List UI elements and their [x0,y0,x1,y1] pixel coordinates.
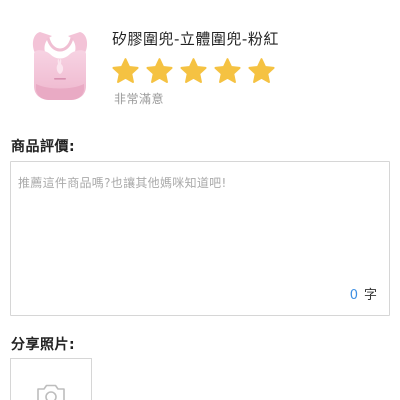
char-counter: 0字 [350,284,377,303]
star-icon-4[interactable] [213,57,242,86]
product-title: 矽膠圍兜-立體圍兜-粉紅 [112,30,279,48]
star-rating[interactable] [111,57,276,87]
star-icon-3[interactable] [179,57,208,86]
rating-label: 非常滿意 [114,92,165,106]
star-icon-5[interactable] [247,57,276,86]
star-icon-1[interactable] [111,57,140,86]
photo-upload-button[interactable] [10,358,92,400]
review-input[interactable] [12,163,388,281]
product-image [32,32,88,100]
char-unit: 字 [363,288,377,303]
review-box: 0字 [10,161,390,316]
camera-icon [37,384,65,400]
char-count: 0 [349,288,358,303]
photo-section-label: 分享照片: [11,337,76,353]
review-section-label: 商品評價: [11,139,76,155]
review-page: 矽膠圍兜-立體圍兜-粉紅 非常滿意 商品評價: 0字 分享照片: [0,0,400,400]
star-icon-2[interactable] [145,57,174,86]
